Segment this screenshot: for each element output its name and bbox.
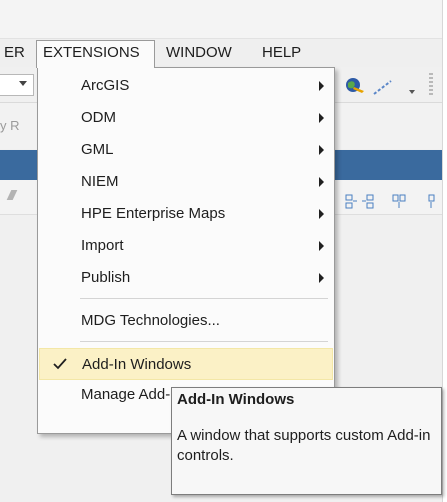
menu-er[interactable]: ER bbox=[0, 40, 31, 66]
menu-help[interactable]: HELP bbox=[256, 40, 307, 66]
menu-item-label: HPE Enterprise Maps bbox=[81, 205, 226, 222]
menu-item-label: ODM bbox=[81, 109, 116, 126]
chevron-right-icon bbox=[319, 113, 324, 123]
chevron-down-icon[interactable] bbox=[409, 90, 415, 94]
tooltip-title: Add-In Windows bbox=[177, 391, 295, 408]
menu-item-add-in-windows[interactable]: Add-In Windows bbox=[39, 348, 333, 380]
toolbar-grip[interactable] bbox=[429, 73, 433, 97]
window-edge bbox=[442, 0, 447, 502]
menu-separator bbox=[80, 298, 328, 299]
menu-item-label: Add-In Windows bbox=[82, 356, 192, 373]
menu-item-gml[interactable]: GML bbox=[39, 134, 333, 166]
menu-extensions[interactable]: EXTENSIONS bbox=[36, 40, 155, 68]
menu-window[interactable]: WINDOW bbox=[160, 40, 238, 66]
menu-item-label: NIEM bbox=[81, 173, 119, 190]
menu-item-publish[interactable]: Publish bbox=[39, 262, 333, 294]
menu-item-label: GML bbox=[81, 141, 114, 158]
menu-item-label: Publish bbox=[81, 269, 131, 286]
chevron-down-icon[interactable] bbox=[19, 81, 27, 86]
title-area bbox=[0, 0, 447, 39]
toolbar-combo[interactable] bbox=[0, 74, 34, 96]
menu-separator bbox=[80, 341, 328, 342]
chevron-right-icon bbox=[319, 177, 324, 187]
chevron-right-icon bbox=[319, 81, 324, 91]
chevron-right-icon bbox=[319, 145, 324, 155]
menu-item-hpe-enterprise-maps[interactable]: HPE Enterprise Maps bbox=[39, 198, 333, 230]
menu-item-mdg-technologies[interactable]: MDG Technologies... bbox=[39, 305, 333, 337]
menu-item-label: ArcGIS bbox=[81, 77, 130, 94]
tooltip-body: A window that supports custom Add-in con… bbox=[177, 427, 431, 464]
menu-item-arcgis[interactable]: ArcGIS bbox=[39, 70, 333, 102]
extensions-menu: ArcGIS ODM GML NIEM HPE Enterprise Maps … bbox=[37, 67, 335, 434]
background-text: y R bbox=[0, 118, 20, 133]
check-icon bbox=[53, 358, 67, 370]
connector-icon[interactable] bbox=[372, 78, 394, 96]
chevron-right-icon bbox=[319, 273, 324, 283]
menu-item-odm[interactable]: ODM bbox=[39, 102, 333, 134]
menu-item-label: Import bbox=[81, 237, 124, 254]
globe-icon[interactable] bbox=[344, 77, 366, 95]
menu-item-niem[interactable]: NIEM bbox=[39, 166, 333, 198]
menu-item-import[interactable]: Import bbox=[39, 230, 333, 262]
chevron-right-icon bbox=[319, 241, 324, 251]
menu-item-label: MDG Technologies... bbox=[81, 312, 220, 329]
chevron-right-icon bbox=[319, 209, 324, 219]
tooltip: Add-In Windows A window that supports cu… bbox=[171, 387, 442, 495]
align-icon[interactable] bbox=[343, 192, 442, 212]
